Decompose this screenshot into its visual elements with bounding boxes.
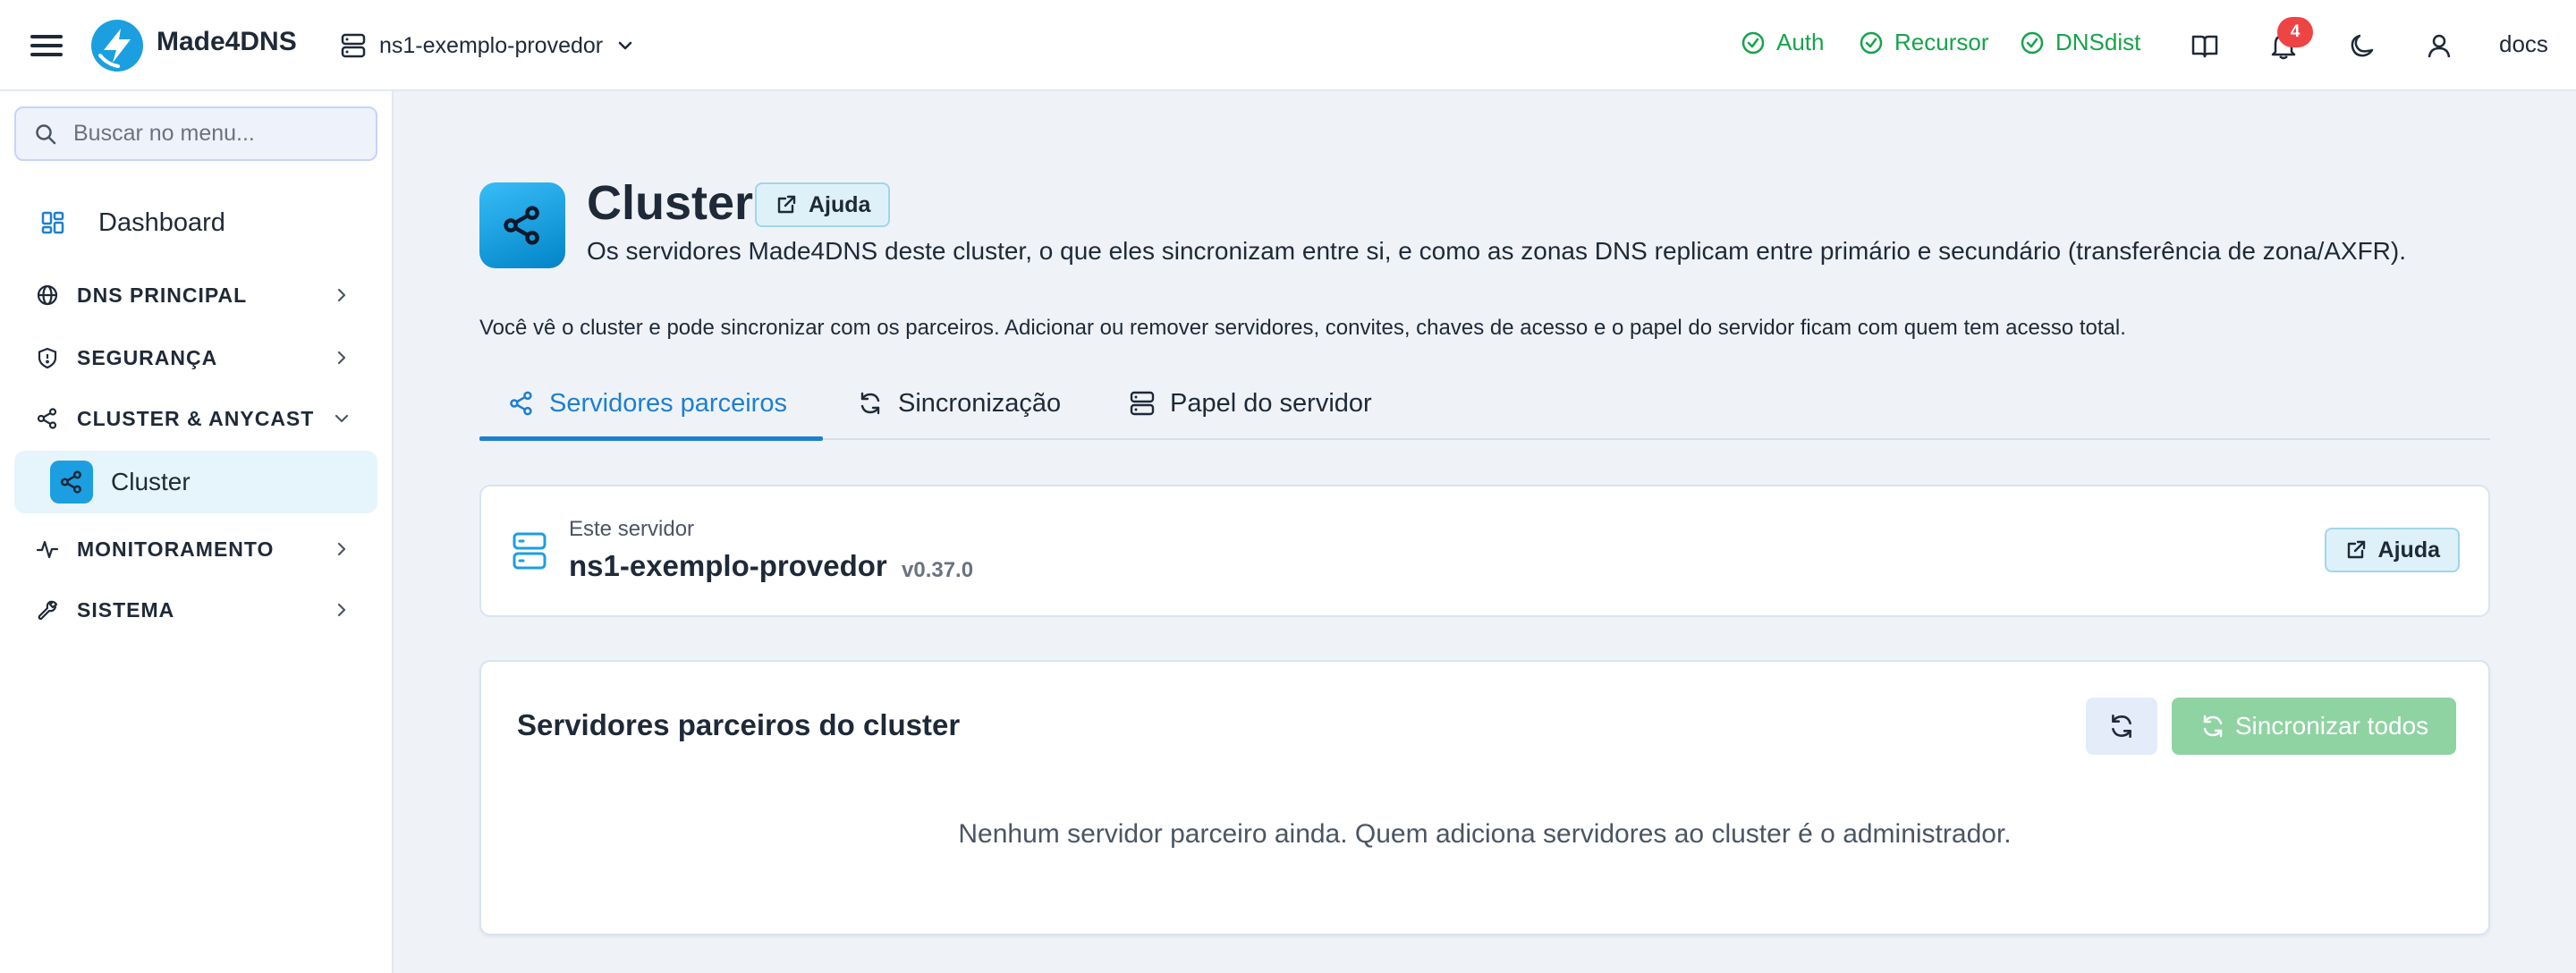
page-title: Cluster (587, 176, 754, 230)
sync-all-button[interactable]: Sincronizar todos (2172, 698, 2456, 755)
server-icon (512, 531, 547, 571)
sidebar-section-dns-principal[interactable]: DNS PRINCIPAL (14, 272, 377, 318)
refresh-button[interactable] (2086, 698, 2157, 755)
moon-icon[interactable] (2343, 27, 2381, 64)
share-icon (50, 461, 93, 503)
sidebar-section-label: SISTEMA (77, 597, 175, 622)
check-circle-icon (2021, 31, 2044, 54)
status-label: Recursor (1894, 29, 1989, 55)
empty-state-message: Nenhum servidor parceiro ainda. Quem adi… (958, 819, 2012, 849)
chevron-right-icon (337, 351, 346, 365)
tab-papel-do-servidor[interactable]: Papel do servidor (1100, 368, 1399, 438)
docs-link[interactable]: docs (2499, 30, 2548, 58)
dashboard-icon (41, 211, 64, 234)
chevron-down-icon (618, 41, 632, 50)
book-icon[interactable] (2186, 27, 2224, 64)
sidebar-item-dashboard[interactable]: Dashboard (14, 199, 377, 247)
external-link-icon (2347, 540, 2365, 559)
chevron-right-icon (337, 603, 346, 617)
tab-sincronizacao[interactable]: Sincronização (828, 368, 1088, 438)
refresh-icon (2112, 714, 2131, 739)
sync-all-label: Sincronizar todos (2234, 712, 2429, 740)
sidebar-section-label: CLUSTER & ANYCAST (77, 406, 315, 430)
this-server-caption: Este servidor (569, 517, 695, 541)
chevron-right-icon (337, 542, 346, 556)
menu-search[interactable] (14, 106, 377, 161)
sidebar-item-cluster[interactable]: Cluster (14, 451, 377, 513)
sidebar-section-sistema[interactable]: SISTEMA (14, 587, 377, 633)
user-icon[interactable] (2420, 27, 2458, 64)
help-button[interactable]: Ajuda (2324, 528, 2460, 572)
this-server-version: v0.37.0 (902, 558, 974, 582)
sidebar-section-seguranca[interactable]: SEGURANÇA (14, 334, 377, 381)
sidebar-section-cluster-anycast[interactable]: CLUSTER & ANYCAST (14, 395, 377, 442)
external-link-icon (777, 195, 796, 214)
sidebar-section-label: MONITORAMENTO (77, 537, 275, 561)
search-icon (36, 123, 56, 144)
activity-icon (36, 540, 59, 559)
check-circle-icon (1741, 31, 1765, 54)
sidebar-section-label: DNS PRINCIPAL (77, 283, 248, 307)
sidebar-section-label: SEGURANÇA (77, 345, 218, 369)
refresh-icon (2203, 715, 2223, 738)
tab-label: Servidores parceiros (549, 388, 787, 418)
server-selector[interactable]: ns1-exemplo-provedor (340, 25, 635, 66)
status-label: Auth (1776, 29, 1825, 55)
this-server-card: Este servidor ns1-exemplo-provedor v0.37… (479, 485, 2490, 617)
peers-heading: Servidores parceiros do cluster (517, 708, 961, 741)
share-icon (510, 391, 532, 416)
status-label: DNSdist (2055, 29, 2141, 55)
sidebar-item-label: Dashboard (98, 207, 225, 237)
share-icon (37, 408, 57, 429)
refresh-icon (860, 392, 880, 415)
server-icon (1130, 391, 1155, 416)
help-button[interactable]: Ajuda (755, 182, 891, 227)
status-dnsdist[interactable]: DNSdist (2020, 29, 2140, 56)
page-note: Você vê o cluster e pode sincronizar com… (479, 316, 2126, 340)
shield-icon (38, 347, 57, 369)
page-share-icon (479, 182, 565, 268)
check-circle-icon (1860, 31, 1883, 54)
sidebar: Dashboard DNS PRINCIPAL SEGURANÇA CLUSTE… (0, 91, 394, 973)
sidebar-section-monitoramento[interactable]: MONITORAMENTO (14, 526, 377, 572)
search-input[interactable] (73, 121, 360, 147)
top-bar: Made4DNS ns1-exemplo-provedor Auth Recur… (0, 0, 2576, 91)
tab-label: Papel do servidor (1170, 388, 1372, 418)
logo-icon (91, 20, 143, 72)
app-name: Made4DNS (157, 27, 297, 56)
help-button-label: Ajuda (809, 191, 871, 217)
globe-icon (37, 284, 58, 306)
wrench-icon (38, 600, 58, 621)
help-button-label: Ajuda (2377, 537, 2440, 563)
menu-icon[interactable] (27, 30, 66, 62)
status-recursor[interactable]: Recursor (1859, 29, 1988, 56)
tab-servidores-parceiros[interactable]: Servidores parceiros (479, 368, 823, 441)
tab-bar: Servidores parceiros Sincronização Papel… (479, 368, 2490, 441)
status-auth[interactable]: Auth (1741, 29, 1825, 56)
peers-card: Servidores parceiros do cluster Sincroni… (479, 660, 2490, 935)
server-icon (341, 33, 366, 58)
server-selector-label: ns1-exemplo-provedor (379, 32, 604, 58)
page-subtitle: Os servidores Made4DNS deste cluster, o … (587, 237, 2407, 265)
this-server-name: ns1-exemplo-provedor (569, 549, 887, 582)
chevron-down-icon (335, 414, 349, 423)
notification-badge: 4 (2277, 17, 2313, 47)
tab-label: Sincronização (898, 388, 1062, 418)
sidebar-item-label: Cluster (111, 468, 191, 495)
chevron-right-icon (337, 288, 346, 302)
